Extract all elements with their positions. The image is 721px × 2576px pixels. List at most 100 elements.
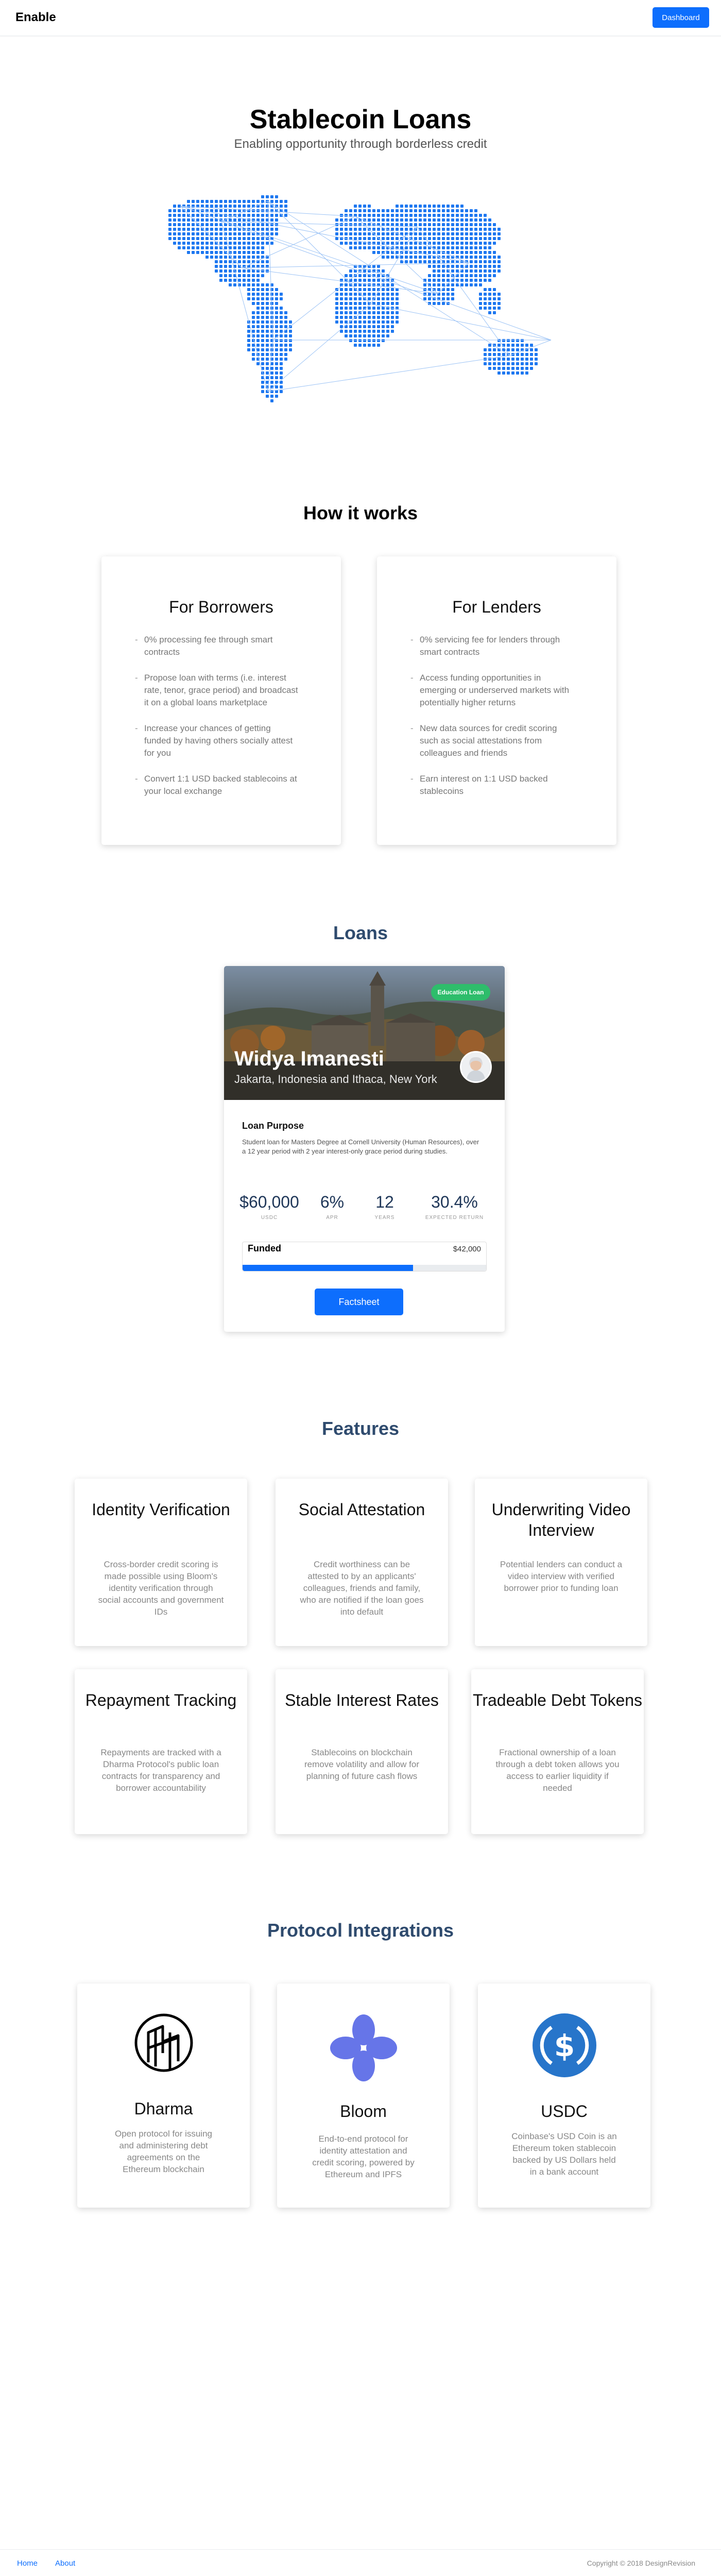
- map-dot: [196, 232, 199, 235]
- map-dot: [465, 279, 468, 282]
- map-dot: [340, 288, 343, 291]
- map-dot: [215, 256, 218, 259]
- map-dot: [521, 344, 524, 347]
- map-dot: [354, 330, 357, 333]
- map-dot: [335, 232, 338, 235]
- map-dot: [243, 251, 246, 254]
- map-dot: [182, 223, 185, 226]
- map-dot: [497, 269, 501, 273]
- map-dot: [261, 316, 264, 319]
- map-dot: [182, 242, 185, 245]
- map-dot: [414, 242, 417, 245]
- map-dot: [363, 325, 366, 328]
- feature-description: Credit worthiness can be attested to by …: [300, 1560, 424, 1617]
- map-dot: [386, 316, 389, 319]
- map-dot: [382, 311, 385, 314]
- map-dot: [261, 223, 264, 226]
- map-dot: [205, 242, 209, 245]
- map-dot: [261, 195, 264, 198]
- map-dot: [270, 228, 273, 231]
- map-dot: [442, 265, 445, 268]
- map-dot: [460, 246, 464, 249]
- map-dot: [493, 307, 496, 310]
- map-dot: [460, 242, 464, 245]
- map-dot: [252, 214, 255, 217]
- map-dot: [289, 330, 292, 333]
- map-dot: [465, 214, 468, 217]
- map-dot: [173, 237, 176, 240]
- map-dot: [196, 214, 199, 217]
- map-dot: [201, 214, 204, 217]
- map-dot: [372, 311, 375, 314]
- map-dot: [349, 302, 352, 305]
- map-dot: [256, 362, 260, 365]
- map-dot: [266, 353, 269, 356]
- map-dot: [229, 265, 232, 268]
- map-connection-line: [180, 206, 438, 294]
- map-dot: [178, 223, 181, 226]
- map-dot: [497, 256, 501, 259]
- map-dot: [368, 344, 371, 347]
- map-dot: [497, 302, 501, 305]
- map-dot: [386, 242, 389, 245]
- footer-link-about[interactable]: About: [55, 2559, 75, 2568]
- map-dot: [215, 232, 218, 235]
- map-dot: [266, 316, 269, 319]
- map-dot: [178, 218, 181, 222]
- feature-card: Identity Verification Cross-border credi…: [75, 1479, 247, 1646]
- map-dot: [187, 200, 190, 203]
- map-dot: [386, 311, 389, 314]
- map-dot: [187, 218, 190, 222]
- map-dot: [358, 330, 362, 333]
- map-dot: [423, 218, 426, 222]
- map-dot: [460, 237, 464, 240]
- map-dot: [219, 279, 222, 282]
- map-dot: [391, 228, 394, 231]
- map-dot: [507, 344, 510, 347]
- map-dot: [386, 325, 389, 328]
- map-dot: [261, 242, 264, 245]
- list-item: 0% processing fee through smart contract…: [135, 634, 300, 658]
- map-dot: [442, 214, 445, 217]
- map-dot: [368, 279, 371, 282]
- map-dot: [516, 339, 519, 342]
- map-dot: [256, 279, 260, 282]
- map-dot: [474, 265, 477, 268]
- map-dot: [256, 223, 260, 226]
- map-dot: [280, 371, 283, 375]
- map-dot: [275, 232, 278, 235]
- map-dot: [205, 256, 209, 259]
- factsheet-button[interactable]: Factsheet: [315, 1289, 403, 1315]
- map-dot: [256, 344, 260, 347]
- map-dot: [275, 316, 278, 319]
- map-dot: [196, 237, 199, 240]
- map-dot: [488, 307, 491, 310]
- map-dot: [428, 223, 431, 226]
- map-dot: [252, 316, 255, 319]
- map-dot: [233, 283, 236, 286]
- map-dot: [368, 293, 371, 296]
- map-dot: [507, 348, 510, 351]
- map-dot: [363, 237, 366, 240]
- feature-description: Stablecoins on blockchain remove volatil…: [304, 1748, 419, 1781]
- map-dot: [275, 293, 278, 296]
- map-dot: [386, 256, 389, 259]
- map-dot: [168, 237, 171, 240]
- map-dot: [465, 218, 468, 222]
- brand-logo[interactable]: Enable: [15, 10, 56, 25]
- map-dot: [386, 237, 389, 240]
- map-dot: [224, 256, 227, 259]
- map-dot: [460, 265, 464, 268]
- map-dot: [470, 260, 473, 263]
- stat-value: 30.4%: [431, 1193, 478, 1211]
- map-dot: [270, 325, 273, 328]
- map-dot: [484, 214, 487, 217]
- map-dot: [442, 283, 445, 286]
- footer-link-home[interactable]: Home: [17, 2559, 38, 2568]
- map-dot: [386, 302, 389, 305]
- map-dot: [525, 371, 528, 375]
- map-dot: [358, 214, 362, 217]
- borrowers-card-title: For Borrowers: [169, 598, 273, 616]
- dashboard-button[interactable]: Dashboard: [653, 7, 709, 28]
- map-dot: [243, 200, 246, 203]
